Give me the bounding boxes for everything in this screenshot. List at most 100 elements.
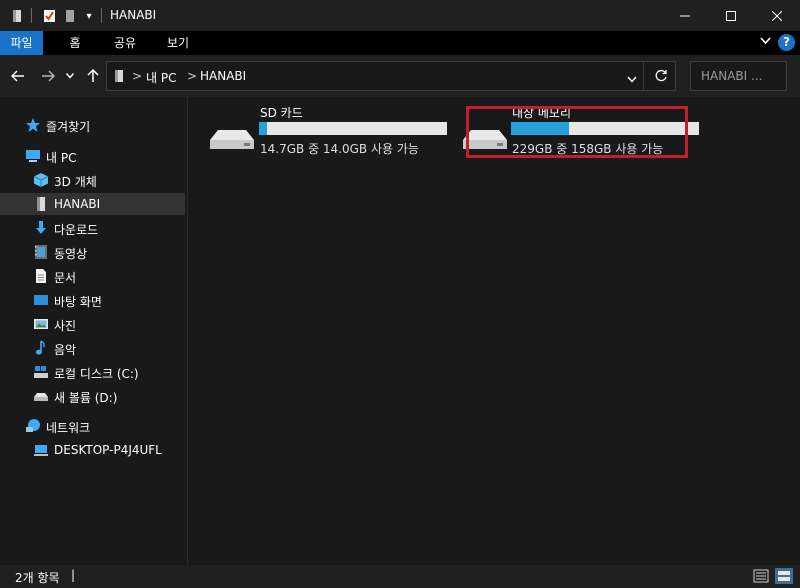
sidebar-item-label: DESKTOP-P4J4UFL [54,443,162,457]
sidebar-item-network[interactable]: 네트워크 [0,415,185,437]
drive-app-icon [10,8,24,24]
status-cursor: | [71,568,76,582]
title-bar: ▾ HANABI [0,0,800,31]
forward-arrow-icon [42,70,55,82]
drive-usage-bar [259,122,447,135]
details-view-button[interactable] [753,569,769,586]
sidebar-item-label: 동영상 [54,247,88,261]
large-icons-view-button[interactable] [775,568,793,584]
toolbar-separator [101,8,102,23]
sidebar-item-label: 3D 개체 [54,175,97,189]
expand-ribbon-icon[interactable] [760,35,771,48]
refresh-icon [655,69,667,82]
ribbon-tabs: 파일 홈 공유 보기 ? [0,31,800,55]
document-icon [36,269,46,283]
maximize-button[interactable] [708,0,754,31]
up-arrow-icon [87,69,99,82]
sidebar-item-new-volume-d[interactable]: 새 볼륨 (D:) [0,385,185,407]
close-button[interactable] [754,0,800,31]
minimize-button[interactable] [662,0,708,31]
highlight-annotation-box [466,106,688,158]
music-note-icon [35,340,45,355]
drive-usage-fill [259,122,267,135]
sidebar-item-hanabi[interactable]: HANABI [0,193,185,215]
chevron-down-icon [627,76,637,83]
system-drive-icon [34,366,48,378]
star-icon [26,118,40,132]
sidebar-item-label: 네트워크 [46,421,91,435]
tab-home[interactable]: 홈 [60,31,90,55]
drive-icon [113,69,125,86]
tab-share[interactable]: 공유 [107,31,143,55]
recent-locations-button[interactable] [63,66,77,86]
download-arrow-icon [36,221,46,234]
sidebar-item-label: 음악 [54,343,77,357]
close-icon [772,10,782,21]
address-bar[interactable]: > 내 PC > HANABI [106,61,676,91]
sidebar-item-quick-access[interactable]: 즐겨찾기 [0,114,185,136]
customize-toolbar-icon[interactable]: ▾ [84,8,94,24]
computer-icon [26,150,40,162]
status-bar: 2개 항목 | [0,565,800,588]
chevron-down-icon [66,73,74,79]
back-arrow-icon [11,70,24,82]
drive-icon [37,197,45,211]
sidebar-item-label: HANABI [54,197,101,211]
maximize-icon [726,10,736,21]
address-divider [643,62,644,90]
breadcrumb-separator: > [187,69,198,83]
sidebar-item-downloads[interactable]: 다운로드 [0,217,185,239]
sidebar-item-label: 즐겨찾기 [46,120,91,134]
minimize-icon [680,15,690,16]
cube-icon [33,173,49,187]
up-button[interactable] [83,66,103,86]
details-view-icon [753,569,769,583]
drive-sd-card[interactable]: SD 카드 14.7GB 중 14.0GB 사용 가능 [208,104,448,156]
sidebar-item-label: 사진 [54,319,77,333]
sidebar-item-label: 로컬 디스크 (C:) [54,367,139,381]
window-title: HANABI [110,8,157,22]
navigation-bar: > 내 PC > HANABI HANABI ... [0,55,800,97]
sidebar-item-3d-objects[interactable]: 3D 개체 [0,169,185,191]
sidebar-item-label: 내 PC [46,151,77,165]
sidebar-item-label: 바탕 화면 [54,295,102,309]
sidebar-item-music[interactable]: 음악 [0,337,185,359]
sidebar-item-label: 문서 [54,271,77,285]
film-icon [35,245,47,259]
drive-capacity-text: 14.7GB 중 14.0GB 사용 가능 [260,142,419,156]
hard-drive-icon [34,393,48,401]
search-box[interactable]: HANABI ... [690,61,787,91]
properties-icon[interactable] [42,8,56,24]
sidebar-item-label: 다운로드 [54,223,99,237]
desktop-icon [34,295,48,305]
sidebar-item-local-disk-c[interactable]: 로컬 디스크 (C:) [0,361,185,383]
sidebar-item-pictures[interactable]: 사진 [0,313,185,335]
tab-file[interactable]: 파일 [0,31,43,55]
address-history-dropdown[interactable] [627,72,637,86]
breadcrumb-this-pc[interactable]: 내 PC [146,69,176,86]
sidebar-item-label: 새 볼륨 (D:) [54,391,118,405]
breadcrumb-hanabi[interactable]: HANABI [200,69,246,83]
computer-icon [34,445,48,456]
tab-view[interactable]: 보기 [160,31,196,55]
network-icon [26,419,40,432]
sidebar-item-desktop[interactable]: 바탕 화면 [0,289,185,311]
toolbar-separator [31,8,32,23]
sidebar-item-videos[interactable]: 동영상 [0,241,185,263]
sidebar-item-documents[interactable]: 문서 [0,265,185,287]
back-button[interactable] [8,66,28,86]
sidebar-item-desktop-p4j4ufl[interactable]: DESKTOP-P4J4UFL [0,439,185,461]
content-area: SD 카드 14.7GB 중 14.0GB 사용 가능 내장 메모리 229GB… [188,97,800,565]
forward-button[interactable] [38,66,58,86]
help-icon[interactable]: ? [778,34,795,51]
navigation-pane: 즐겨찾기 내 PC 3D 개체 HANABI 다운로드 동영상 문서 바탕 화면… [0,97,187,565]
search-input[interactable]: HANABI ... [701,69,762,83]
sidebar-item-this-pc[interactable]: 내 PC [0,145,185,167]
breadcrumb-separator: > [132,69,143,83]
drive-name: SD 카드 [260,106,303,120]
item-count: 2개 항목 [15,571,60,585]
hard-drive-icon [210,130,254,149]
picture-icon [34,319,48,329]
refresh-button[interactable] [654,69,668,86]
new-folder-icon[interactable] [64,8,76,24]
